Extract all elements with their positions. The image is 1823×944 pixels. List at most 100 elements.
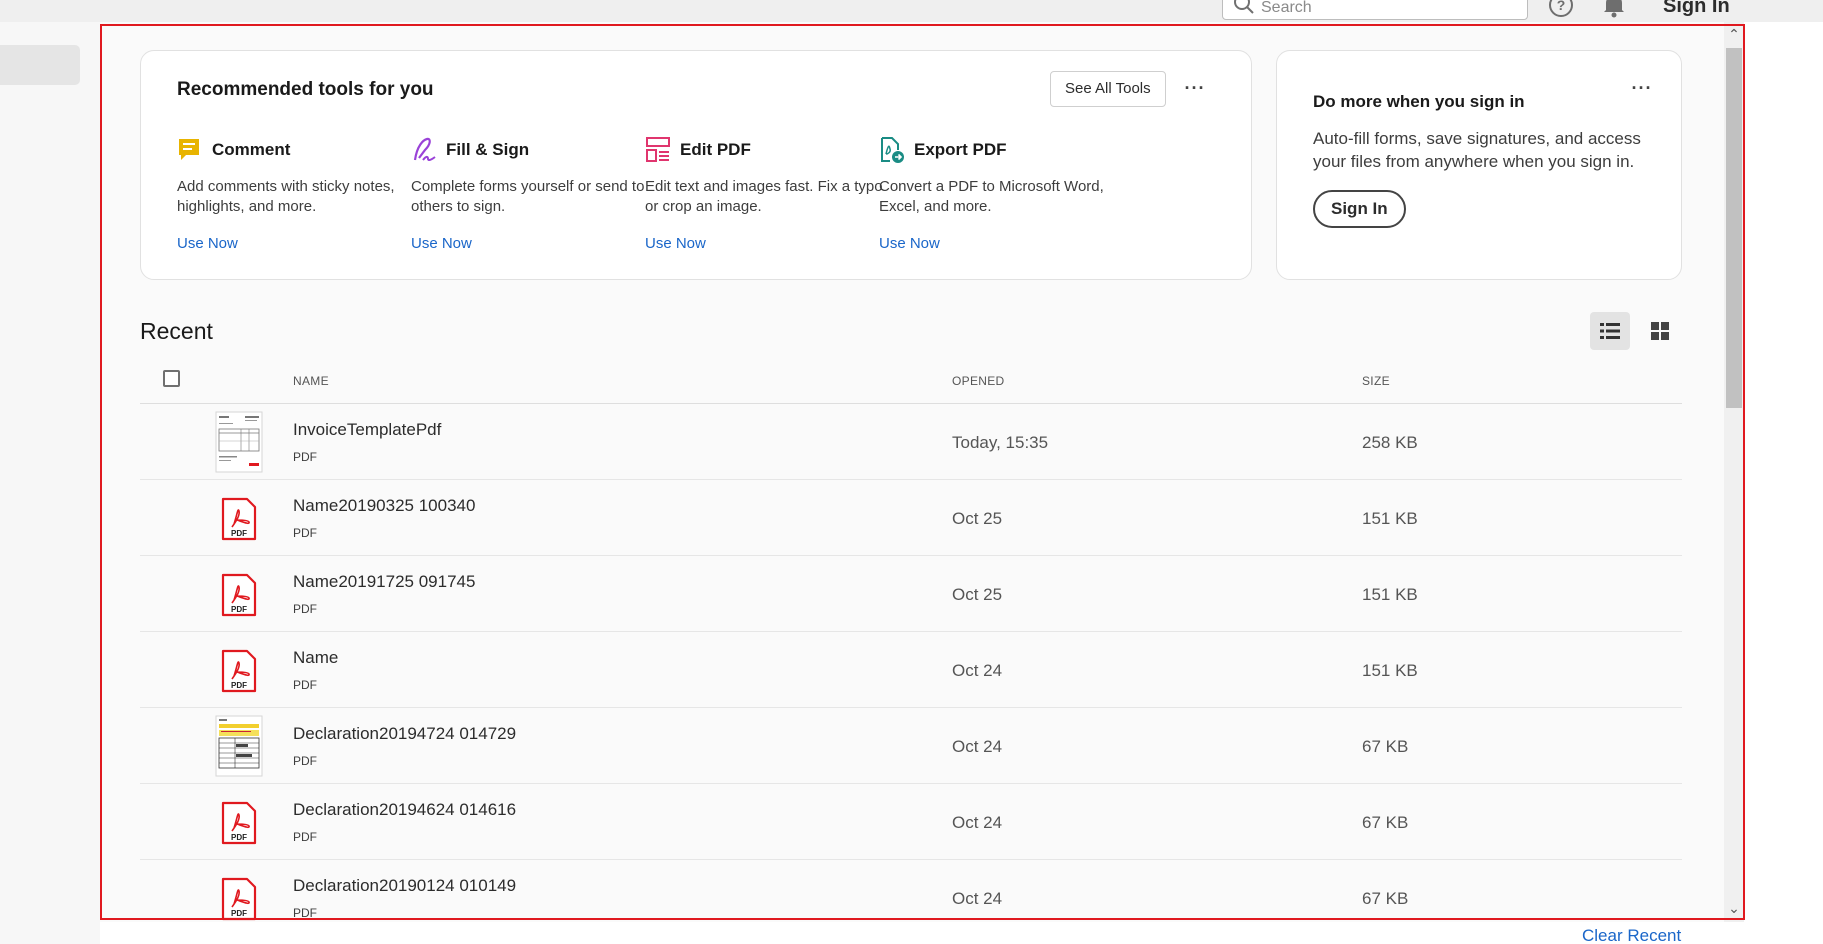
file-size: 151 KB: [1362, 585, 1418, 604]
file-opened: Oct 25: [952, 509, 1003, 528]
recommended-tools-card: Recommended tools for you See All Tools …: [140, 50, 1252, 280]
tool-name: Export PDF: [914, 140, 1007, 159]
file-opened: Oct 24: [952, 737, 1003, 756]
table-row[interactable]: PDF Name20190325 100340 PDF Oct 25 151 K…: [140, 480, 1682, 556]
file-opened: Oct 25: [952, 585, 1003, 604]
recent-table-header: NAME OPENED SIZE: [140, 360, 1682, 404]
home-content: Recommended tools for you See All Tools …: [100, 22, 1744, 922]
tool-description: Edit text and images fast. Fix a typo or…: [645, 178, 883, 215]
file-name[interactable]: Declaration20194624 014616: [293, 800, 516, 820]
pdf-file-icon: PDF: [221, 497, 257, 541]
column-header-opened[interactable]: OPENED: [952, 374, 1004, 388]
sign-in-card-title: Do more when you sign in: [1313, 92, 1525, 111]
pdf-file-icon: PDF: [221, 573, 257, 617]
export-pdf-icon: [881, 137, 904, 163]
sidebar-item-selected[interactable]: [0, 45, 80, 85]
list-view-button[interactable]: [1590, 312, 1630, 350]
bell-icon[interactable]: [1602, 0, 1626, 18]
use-now-link[interactable]: Use Now: [645, 235, 706, 252]
sign-in-button[interactable]: Sign In: [1313, 190, 1406, 228]
more-options-icon[interactable]: ···: [1180, 79, 1210, 105]
use-now-link[interactable]: Use Now: [879, 235, 940, 252]
pdf-file-icon: PDF: [221, 649, 257, 693]
file-name[interactable]: Declaration20190124 010149: [293, 876, 516, 896]
recent-title: Recent: [140, 318, 213, 344]
top-sign-in-link[interactable]: Sign In: [1663, 0, 1730, 18]
column-header-size[interactable]: SIZE: [1362, 374, 1390, 388]
file-name[interactable]: Name: [293, 648, 338, 668]
file-type: PDF: [293, 450, 317, 464]
search-icon: [1234, 0, 1254, 14]
search-placeholder: Search: [1261, 0, 1312, 16]
table-row[interactable]: PDF Declaration20194624 014616 PDF Oct 2…: [140, 784, 1682, 860]
file-type: PDF: [293, 526, 317, 540]
file-type: PDF: [293, 678, 317, 692]
file-opened: Oct 24: [952, 661, 1003, 680]
fill-sign-icon: [413, 137, 436, 162]
tool-name: Fill & Sign: [446, 140, 530, 159]
clear-recent-link[interactable]: Clear Recent: [1582, 926, 1681, 944]
table-row[interactable]: Declaration20194724 014729 PDF Oct 24 67…: [140, 708, 1682, 784]
tool-description: Add comments with sticky notes, highligh…: [177, 178, 395, 215]
more-options-icon[interactable]: ···: [1627, 79, 1657, 105]
table-row[interactable]: PDF Name20191725 091745 PDF Oct 25 151 K…: [140, 556, 1682, 632]
svg-text:PDF: PDF: [231, 909, 247, 918]
tool-edit-pdf: Edit PDF Edit text and images fast. Fix …: [645, 135, 885, 253]
svg-text:?: ?: [1557, 0, 1566, 13]
declaration-thumbnail: [215, 715, 263, 777]
svg-text:PDF: PDF: [231, 605, 247, 614]
file-size: 67 KB: [1362, 813, 1409, 832]
list-view-icon: [1600, 323, 1620, 339]
table-row[interactable]: PDF Name PDF Oct 24 151 KB: [140, 632, 1682, 708]
tool-description: Convert a PDF to Microsoft Word, Excel, …: [879, 178, 1104, 215]
select-all-checkbox[interactable]: [163, 370, 180, 387]
recommended-tools-title: Recommended tools for you: [177, 79, 434, 100]
recent-files-list: InvoiceTemplatePdf PDF Today, 15:35 258 …: [140, 404, 1682, 922]
tool-export-pdf: Export PDF Convert a PDF to Microsoft Wo…: [879, 135, 1119, 253]
scrollbar-thumb[interactable]: [1726, 48, 1742, 408]
svg-text:PDF: PDF: [231, 681, 247, 690]
file-type: PDF: [293, 906, 317, 920]
file-name[interactable]: InvoiceTemplatePdf: [293, 420, 441, 440]
sign-in-card-description: Auto-fill forms, save signatures, and ac…: [1313, 129, 1641, 171]
file-opened: Oct 24: [952, 813, 1003, 832]
file-size: 151 KB: [1362, 661, 1418, 680]
svg-text:PDF: PDF: [231, 529, 247, 538]
table-row[interactable]: InvoiceTemplatePdf PDF Today, 15:35 258 …: [140, 404, 1682, 480]
sign-in-card: Do more when you sign in ··· Auto-fill f…: [1276, 50, 1682, 280]
scroll-down-icon[interactable]: ⌄: [1724, 898, 1744, 918]
use-now-link[interactable]: Use Now: [411, 235, 472, 252]
file-size: 258 KB: [1362, 433, 1418, 452]
vertical-scrollbar[interactable]: ⌃ ⌄: [1724, 22, 1744, 922]
file-size: 67 KB: [1362, 889, 1409, 908]
file-name[interactable]: Name20191725 091745: [293, 572, 475, 592]
file-name[interactable]: Declaration20194724 014729: [293, 724, 516, 744]
svg-text:PDF: PDF: [231, 833, 247, 842]
search-input[interactable]: Search: [1222, 0, 1528, 20]
file-type: PDF: [293, 754, 317, 768]
scroll-up-icon[interactable]: ⌃: [1724, 24, 1744, 44]
file-name[interactable]: Name20190325 100340: [293, 496, 475, 516]
left-sidebar: [0, 22, 100, 944]
file-type: PDF: [293, 602, 317, 616]
grid-view-icon: [1651, 322, 1669, 340]
file-size: 67 KB: [1362, 737, 1409, 756]
file-opened: Oct 24: [952, 889, 1003, 908]
column-header-name[interactable]: NAME: [293, 374, 329, 388]
see-all-tools-button[interactable]: See All Tools: [1050, 71, 1166, 107]
tool-name: Edit PDF: [680, 140, 751, 159]
pdf-file-icon: PDF: [221, 801, 257, 845]
edit-pdf-icon: [646, 137, 670, 162]
file-type: PDF: [293, 830, 317, 844]
use-now-link[interactable]: Use Now: [177, 235, 238, 252]
file-opened: Today, 15:35: [952, 433, 1049, 452]
pdf-file-icon: PDF: [221, 877, 257, 921]
tool-description: Complete forms yourself or send to other…: [411, 178, 645, 215]
table-row[interactable]: PDF Declaration20190124 010149 PDF Oct 2…: [140, 860, 1682, 922]
grid-view-button[interactable]: [1640, 312, 1680, 350]
top-bar: Search ? Sign In: [0, 0, 1823, 22]
help-icon[interactable]: ?: [1548, 0, 1574, 18]
tool-name: Comment: [212, 140, 291, 159]
file-size: 151 KB: [1362, 509, 1418, 528]
invoice-thumbnail: [215, 411, 263, 473]
